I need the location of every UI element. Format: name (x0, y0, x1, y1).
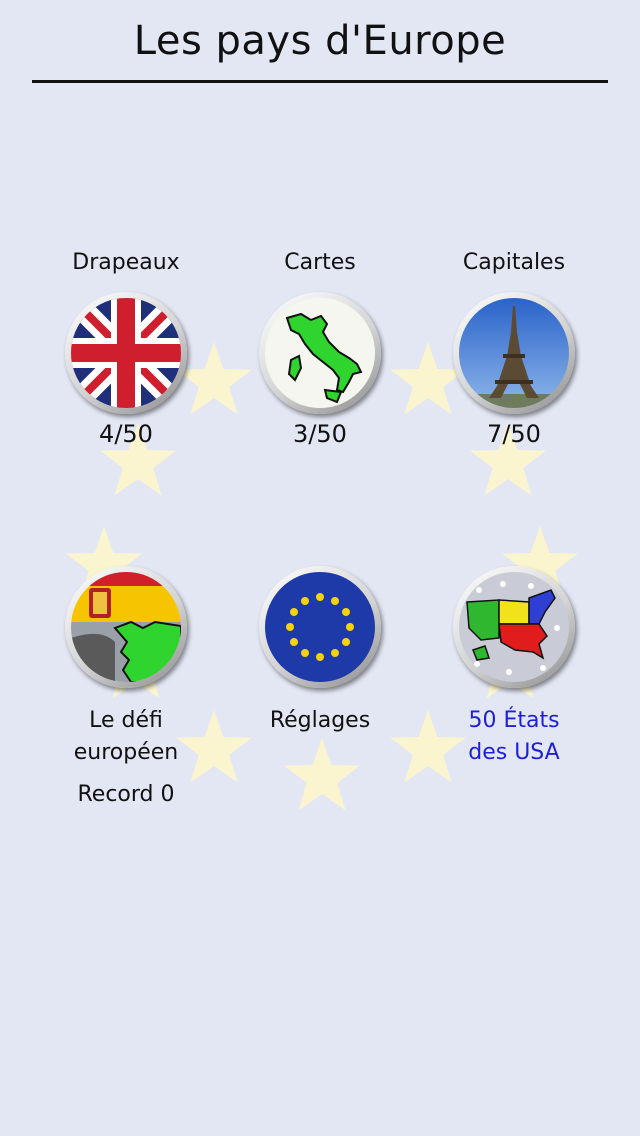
eiffel-tower-icon (459, 298, 569, 408)
capitals-label: Capitales (462, 250, 566, 275)
page-title: Les pays d'Europe (133, 18, 507, 64)
capitals-score: 7/50 (487, 420, 541, 448)
eu-flag-icon (265, 572, 375, 682)
challenge-label-line1: Le défi (89, 708, 163, 733)
spain-flag-map-icon (71, 572, 181, 682)
flags-label: Drapeaux (72, 250, 180, 275)
usa-map-icon (459, 572, 569, 682)
flags-score: 4/50 (99, 420, 153, 448)
usa-button[interactable] (453, 566, 575, 688)
capitals-button[interactable] (453, 292, 575, 414)
uk-flag-icon (71, 298, 181, 408)
challenge-label-line2: européen (73, 740, 179, 765)
usa-link-line2[interactable]: des USA (414, 740, 614, 765)
usa-link-line1[interactable]: 50 États (414, 708, 614, 733)
settings-button[interactable] (259, 566, 381, 688)
italy-map-icon (265, 298, 375, 408)
maps-score: 3/50 (293, 420, 347, 448)
settings-label: Réglages (269, 708, 371, 733)
challenge-button[interactable] (65, 566, 187, 688)
title-divider (32, 80, 608, 83)
flags-button[interactable] (65, 292, 187, 414)
maps-button[interactable] (259, 292, 381, 414)
challenge-record: Record 0 (77, 782, 175, 807)
maps-label: Cartes (284, 250, 356, 275)
